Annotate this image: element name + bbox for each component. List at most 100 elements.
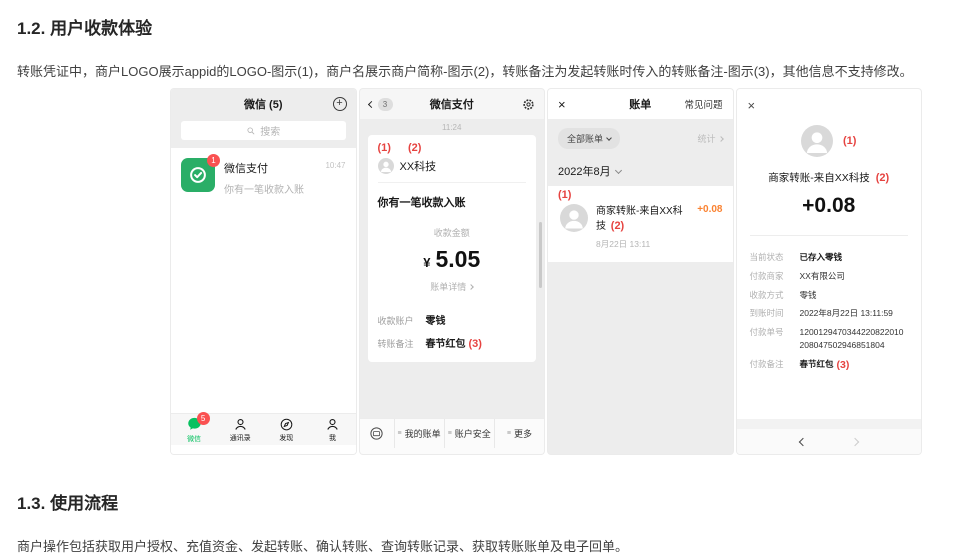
- search-input[interactable]: 搜索: [181, 121, 346, 140]
- row-value: 1200129470344220822010208047502946851804: [800, 326, 909, 352]
- detail-row-status: 当前状态 已存入零钱: [750, 251, 909, 264]
- merchant-avatar: [378, 158, 394, 174]
- pay-chat-header: 3 微信支付: [360, 89, 545, 119]
- row-label: 付款单号: [750, 326, 800, 352]
- pay-chat-screen: 3 微信支付 11:24 (1) (2) XX科技 你有一笔收款入账 收款金额: [359, 88, 546, 455]
- submenu-icon: ≡: [448, 430, 452, 437]
- menu-label: 更多: [514, 427, 532, 440]
- account-label: 收款账户: [378, 314, 426, 327]
- bill-filter-label: 全部账单: [567, 132, 603, 145]
- annotation-3: (3): [469, 338, 482, 350]
- row-value: XX有限公司: [800, 270, 845, 283]
- annotation-2: (2): [876, 172, 889, 184]
- chevron-down-icon: [606, 135, 612, 141]
- submenu-icon: ≡: [398, 430, 402, 437]
- chevron-right-icon: [468, 284, 474, 290]
- scrollbar[interactable]: [539, 222, 542, 288]
- official-account-menubar: ≡ 我的账单 ≡ 账户安全 ≡ 更多: [360, 418, 545, 448]
- remark-label: 转账备注: [378, 337, 426, 350]
- screenshot-strip: 微信 (5) + 搜索 1 微信支付 你有一笔收款入账 10:47: [170, 88, 922, 455]
- detail-row-payer: 付款商家 XX有限公司: [750, 270, 909, 283]
- detail-row-order-no: 付款单号 12001294703442208220102080475029468…: [750, 326, 909, 352]
- menu-label: 我的账单: [405, 427, 441, 440]
- bill-filter-chip[interactable]: 全部账单: [558, 128, 620, 149]
- month-selector[interactable]: 2022年8月: [548, 153, 733, 186]
- menu-more[interactable]: ≡ 更多: [494, 419, 544, 448]
- menu-label: 账户安全: [455, 427, 491, 440]
- tab-me[interactable]: 我: [309, 414, 355, 445]
- bill-item-title: 商家转账-来自XX科技: [596, 206, 683, 232]
- row-value: 2022年8月22日 13:11:59: [800, 307, 893, 320]
- payment-message-card[interactable]: (1) (2) XX科技 你有一笔收款入账 收款金额 ¥5.05 账单详情: [368, 135, 537, 362]
- annotation-1: (1): [378, 142, 391, 154]
- remark-value: 春节红包: [426, 335, 466, 350]
- bill-item-datetime: 8月22日 13:11: [596, 238, 689, 250]
- account-value: 零钱: [426, 312, 446, 327]
- bill-item-amount: +0.08: [697, 202, 722, 250]
- person-icon: [325, 417, 340, 432]
- chat-list-title: 微信 (5): [244, 96, 283, 112]
- tab-chats[interactable]: 5 微信: [171, 414, 217, 445]
- amount-value: 5.05: [435, 246, 480, 272]
- chat-preview: 你有一笔收款入账: [224, 181, 304, 196]
- bill-list-item[interactable]: (1) 商家转账-来自XX科技 (2) 8月22日 13:11 +0.08: [548, 186, 733, 262]
- submenu-icon: ≡: [507, 430, 511, 437]
- row-label: 当前状态: [750, 251, 800, 264]
- keyboard-icon[interactable]: [360, 419, 394, 448]
- stats-link[interactable]: 统计: [697, 132, 722, 145]
- chevron-right-icon: [718, 136, 724, 142]
- tab-contacts[interactable]: 通讯录: [217, 414, 263, 445]
- chat-time: 10:47: [325, 158, 345, 170]
- row-value: 零钱: [800, 289, 817, 302]
- annotation-1: (1): [843, 135, 856, 147]
- menu-my-bills[interactable]: ≡ 我的账单: [394, 419, 444, 448]
- tab-discover[interactable]: 发现: [263, 414, 309, 445]
- row-label: 收款方式: [750, 289, 800, 302]
- row-value: 春节红包: [800, 358, 834, 374]
- annotation-2: (2): [611, 220, 624, 232]
- faq-link[interactable]: 常见问题: [684, 97, 722, 111]
- section-heading-1-2: 1.2. 用户收款体验: [17, 14, 152, 39]
- gear-icon[interactable]: [522, 98, 535, 111]
- search-placeholder: 搜索: [260, 123, 280, 138]
- nav-back-icon[interactable]: [799, 437, 807, 445]
- menu-account-security[interactable]: ≡ 账户安全: [444, 419, 494, 448]
- merchant-avatar: [801, 125, 833, 157]
- section-heading-1-3: 1.3. 使用流程: [17, 489, 118, 514]
- annotation-3: (3): [837, 358, 850, 374]
- chevron-down-icon: [615, 166, 622, 173]
- annotation-1: (1): [558, 189, 571, 201]
- detail-row-method: 收款方式 零钱: [750, 289, 909, 302]
- bill-list-screen: × 账单 常见问题 全部账单 统计 2022年8月 (1): [547, 88, 734, 455]
- tab-label: 通讯录: [230, 433, 251, 443]
- tab-label: 我: [329, 433, 336, 443]
- bill-list-header: × 账单 常见问题: [548, 89, 733, 119]
- merchant-avatar: [560, 204, 588, 232]
- message-title: 你有一笔收款入账: [378, 194, 527, 210]
- unread-badge: 1: [207, 154, 220, 167]
- compass-icon: [279, 417, 294, 432]
- amount-label: 收款金额: [378, 226, 527, 239]
- detail-amount: +0.08: [802, 194, 855, 218]
- section-body-1-3: 商户操作包括获取用户授权、充值资金、发起转账、确认转账、查询转账记录、获取转账账…: [17, 536, 927, 555]
- row-label: 付款商家: [750, 270, 800, 283]
- section-body-1-2: 转账凭证中，商户LOGO展示appid的LOGO-图示(1)，商户名展示商户简称…: [17, 61, 927, 80]
- add-icon[interactable]: +: [333, 97, 347, 111]
- search-icon: [246, 126, 256, 136]
- message-timestamp: 11:24: [360, 123, 545, 132]
- close-icon[interactable]: ×: [748, 98, 756, 113]
- chat-list-item-wechat-pay[interactable]: 1 微信支付 你有一笔收款入账 10:47: [171, 148, 356, 208]
- bill-detail-link[interactable]: 账单详情: [430, 280, 473, 293]
- stats-label: 统计: [697, 132, 715, 145]
- bill-detail-screen: × (1) 商家转账-来自XX科技 (2) +0.08 当前状态 已存入零钱 付…: [736, 88, 923, 455]
- tab-bar: 5 微信 通讯录 发现 我: [171, 413, 356, 445]
- chat-name: 微信支付: [224, 160, 304, 176]
- detail-title: 商家转账-来自XX科技: [768, 172, 870, 184]
- nav-forward-icon[interactable]: [851, 437, 859, 445]
- detail-rows: 当前状态 已存入零钱 付款商家 XX有限公司 收款方式 零钱 到账时间 2022…: [737, 245, 922, 373]
- chat-list-topbar: 微信 (5) + 搜索: [171, 89, 356, 148]
- tab-label: 发现: [279, 433, 293, 443]
- row-label: 到账时间: [750, 307, 800, 320]
- row-label: 付款备注: [750, 358, 800, 374]
- pay-chat-title: 微信支付: [360, 96, 545, 112]
